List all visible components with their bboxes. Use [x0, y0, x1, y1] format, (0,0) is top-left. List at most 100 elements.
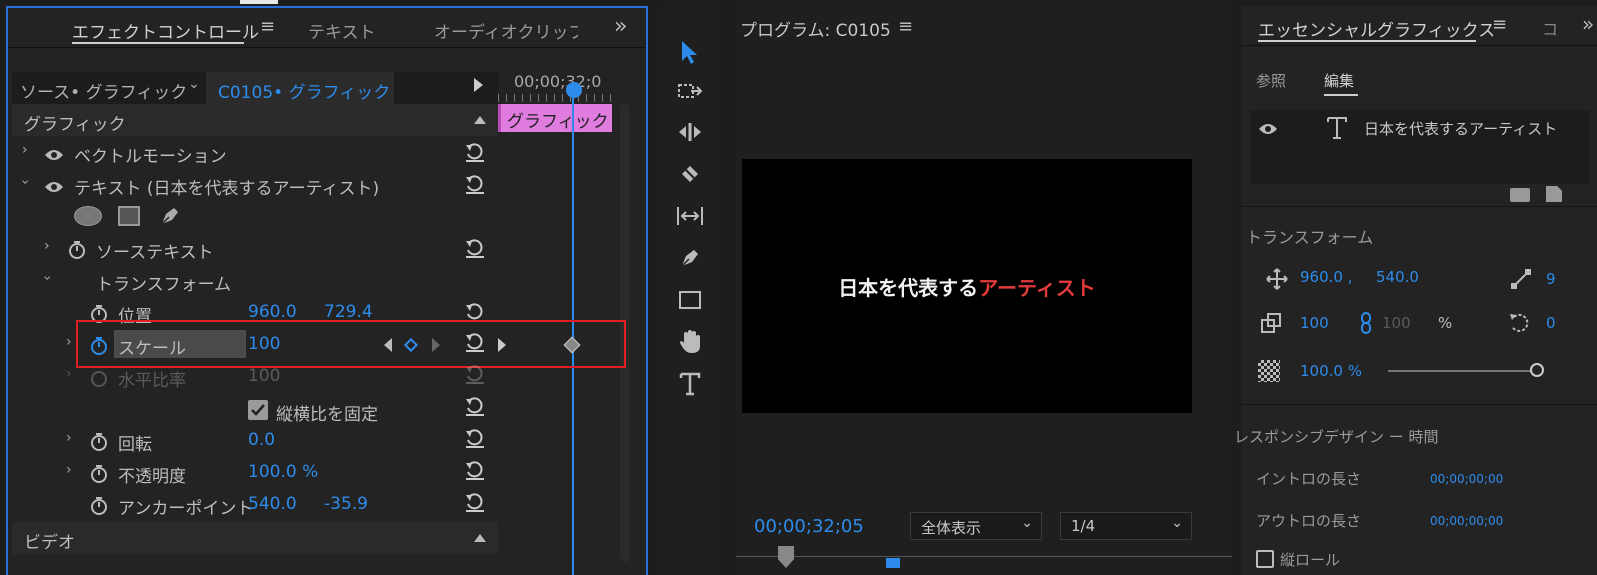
ellipse-mask-icon[interactable] [74, 206, 102, 226]
reset-icon [464, 364, 486, 386]
eg-anchor-value[interactable]: 9 [1546, 270, 1556, 288]
position-x-value[interactable]: 960.0 [248, 302, 297, 322]
move-icon [1266, 268, 1288, 290]
eye-icon[interactable] [44, 148, 64, 162]
expand-arrow-icon[interactable]: › [44, 238, 50, 254]
opacity-slider-handle[interactable] [1530, 363, 1544, 377]
uniform-scale-checkbox[interactable] [248, 400, 268, 420]
outro-value[interactable]: 00;00;00;00 [1430, 514, 1503, 528]
razor-tool-icon[interactable] [672, 156, 708, 192]
fit-dropdown[interactable]: 全体表示 ⌄ [910, 512, 1042, 540]
eye-icon[interactable] [1258, 122, 1278, 136]
expand-arrow-icon[interactable]: › [22, 142, 28, 158]
collapse-up-icon[interactable] [474, 116, 486, 124]
intro-value[interactable]: 00;00;00;00 [1430, 472, 1503, 486]
rectangle-mask-icon[interactable] [118, 206, 140, 226]
active-tab-underline [1258, 40, 1476, 42]
rectangle-tool-icon[interactable] [672, 282, 708, 318]
new-layer-icon[interactable] [1546, 186, 1562, 202]
playhead-handle[interactable] [566, 82, 582, 98]
eg-position-x[interactable]: 960.0 , [1300, 268, 1352, 286]
reset-icon[interactable] [464, 460, 486, 482]
reset-icon[interactable] [464, 428, 486, 450]
type-tool-icon[interactable] [672, 366, 708, 402]
stopwatch-icon[interactable] [90, 432, 108, 452]
slip-tool-icon[interactable] [672, 198, 708, 234]
tab-effect-controls[interactable]: エフェクトコントロール [72, 18, 259, 43]
scale-width-value: 100 [248, 366, 281, 386]
tools-panel [662, 6, 718, 575]
ripple-edit-tool-icon[interactable] [672, 114, 708, 150]
panel-menu-icon[interactable]: ≡ [1492, 14, 1507, 35]
opacity-slider-track[interactable] [1388, 370, 1534, 372]
tab-browse[interactable]: 参照 [1256, 70, 1286, 91]
expanded-arrow-icon[interactable]: › [17, 179, 33, 185]
tab-text[interactable]: テキスト [308, 18, 376, 43]
layer-name[interactable]: 日本を代表するアーティスト [1364, 118, 1557, 139]
stopwatch-icon[interactable] [90, 496, 108, 516]
timeline-timecode: 00;00;32;0 [514, 72, 602, 91]
tab-audio-clip-mixer[interactable]: オーディオクリップ: [434, 18, 578, 43]
essential-title[interactable]: エッセンシャルグラフィックス [1258, 16, 1495, 41]
fit-dropdown-value: 全体表示 [921, 519, 982, 537]
anchor-x-value[interactable]: 540.0 [248, 494, 297, 514]
track-select-tool-icon[interactable] [672, 74, 708, 110]
clip-label[interactable]: C0105• グラフィック [218, 78, 390, 103]
panel-menu-icon[interactable]: ≡ [898, 16, 913, 37]
link-icon[interactable] [1360, 312, 1372, 334]
position-y-value[interactable]: 729.4 [324, 302, 373, 322]
program-timecode[interactable]: 00;00;32;05 [754, 516, 864, 537]
text-layer-icon [1326, 116, 1348, 140]
panel-menu-icon[interactable]: ≡ [260, 16, 275, 37]
anchor-point-icon [1510, 268, 1532, 290]
expand-arrow-icon[interactable]: › [66, 430, 72, 446]
expand-arrow-icon[interactable]: › [66, 334, 72, 350]
anchor-label: アンカーポイント [118, 499, 254, 519]
video-frame[interactable]: 日本を代表する アーティスト [742, 159, 1192, 413]
outro-label: アウトロの長さ [1256, 512, 1362, 530]
reset-icon[interactable] [464, 238, 486, 260]
eye-icon[interactable] [44, 180, 64, 194]
reset-icon[interactable] [464, 396, 486, 418]
roll-label: 縦ロール [1280, 551, 1341, 569]
play-arrow-icon[interactable] [474, 78, 483, 92]
stopwatch-icon[interactable] [68, 240, 86, 260]
responsive-title: レスポンシブデザイン ー 時間 [1234, 428, 1439, 446]
reset-icon[interactable] [464, 174, 486, 196]
red-highlight-box [76, 320, 626, 368]
overflow-tabs-icon[interactable]: » [614, 14, 627, 39]
roll-checkbox[interactable] [1256, 550, 1274, 568]
reset-icon[interactable] [464, 142, 486, 164]
eg-position-y[interactable]: 540.0 [1376, 268, 1419, 286]
tab-overflow[interactable]: コ [1542, 16, 1558, 40]
eg-opacity-value[interactable]: 100.0 % [1300, 362, 1362, 380]
pen-mask-icon[interactable] [158, 204, 182, 228]
work-area-marker[interactable] [886, 558, 900, 568]
frame-text-red: アーティスト [978, 275, 1096, 300]
collapse-up-icon[interactable] [474, 534, 486, 542]
clip-bar[interactable]: グラフィック [498, 104, 612, 132]
timeline-ruler [498, 94, 618, 102]
source-label: ソース• グラフィック [20, 83, 188, 103]
stopwatch-icon[interactable] [90, 464, 108, 484]
eg-scale-value[interactable]: 100 [1300, 314, 1329, 332]
opacity-value[interactable]: 100.0 % [248, 462, 318, 482]
pen-tool-icon[interactable] [672, 240, 708, 276]
expand-arrow-icon[interactable]: › [66, 462, 72, 478]
chevron-down-icon[interactable]: ⌄ [188, 76, 200, 92]
eg-rotation-value[interactable]: 0 [1546, 314, 1556, 332]
selection-tool-icon[interactable] [672, 34, 708, 70]
overflow-tabs-icon[interactable]: » [1582, 12, 1594, 36]
program-scrubber-track[interactable] [736, 556, 1232, 557]
program-playhead[interactable] [778, 546, 794, 568]
tab-edit[interactable]: 編集 [1324, 70, 1354, 91]
hand-tool-icon[interactable] [672, 324, 708, 360]
reset-icon[interactable] [464, 492, 486, 514]
expanded-arrow-icon[interactable]: › [39, 275, 55, 281]
rotation-value[interactable]: 0.0 [248, 430, 275, 450]
anchor-y-value[interactable]: -35.9 [324, 494, 368, 514]
new-group-icon[interactable] [1510, 188, 1530, 202]
eg-scale-unit: % [1438, 314, 1453, 332]
resolution-dropdown[interactable]: 1/4 ⌄ [1060, 512, 1192, 540]
scale-icon [1260, 312, 1282, 334]
